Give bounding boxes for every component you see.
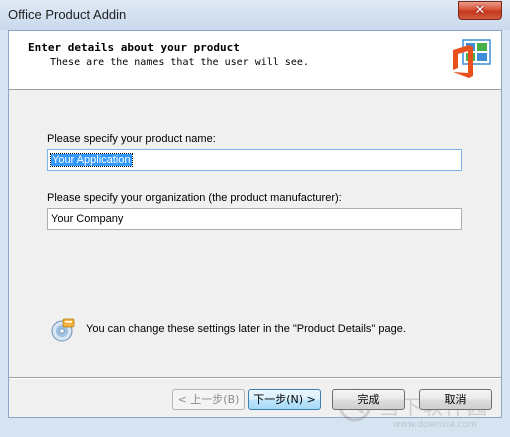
- settings-disc-icon: [51, 318, 75, 342]
- office-logo-icon: [453, 39, 491, 78]
- organization-input[interactable]: Your Company: [47, 208, 462, 230]
- dialog-client-area: Enter details about your product These a…: [8, 30, 502, 430]
- back-button[interactable]: < 上一步(B): [172, 389, 245, 410]
- info-text: You can change these settings later in t…: [86, 323, 406, 335]
- window-title: Office Product Addin: [8, 7, 127, 22]
- footer-divider: [9, 377, 501, 379]
- header-subtitle: These are the names that the user will s…: [50, 57, 309, 68]
- header-title: Enter details about your product: [28, 41, 240, 54]
- organization-value: Your Company: [51, 213, 124, 225]
- product-name-input[interactable]: Your Application: [47, 149, 462, 171]
- cancel-button[interactable]: 取消: [419, 389, 492, 410]
- organization-label: Please specify your organization (the pr…: [47, 192, 342, 204]
- finish-button[interactable]: 完成: [332, 389, 405, 410]
- close-icon: ✕: [474, 3, 486, 18]
- title-bar: Office Product Addin ✕: [0, 0, 510, 30]
- watermark-url: www.downxia.com: [393, 420, 477, 430]
- wizard-header: Enter details about your product These a…: [9, 31, 501, 90]
- product-name-value: Your Application: [50, 153, 133, 167]
- close-button[interactable]: ✕: [458, 1, 502, 20]
- product-name-label: Please specify your product name:: [47, 133, 216, 145]
- next-button[interactable]: 下一步(N) >: [248, 389, 321, 410]
